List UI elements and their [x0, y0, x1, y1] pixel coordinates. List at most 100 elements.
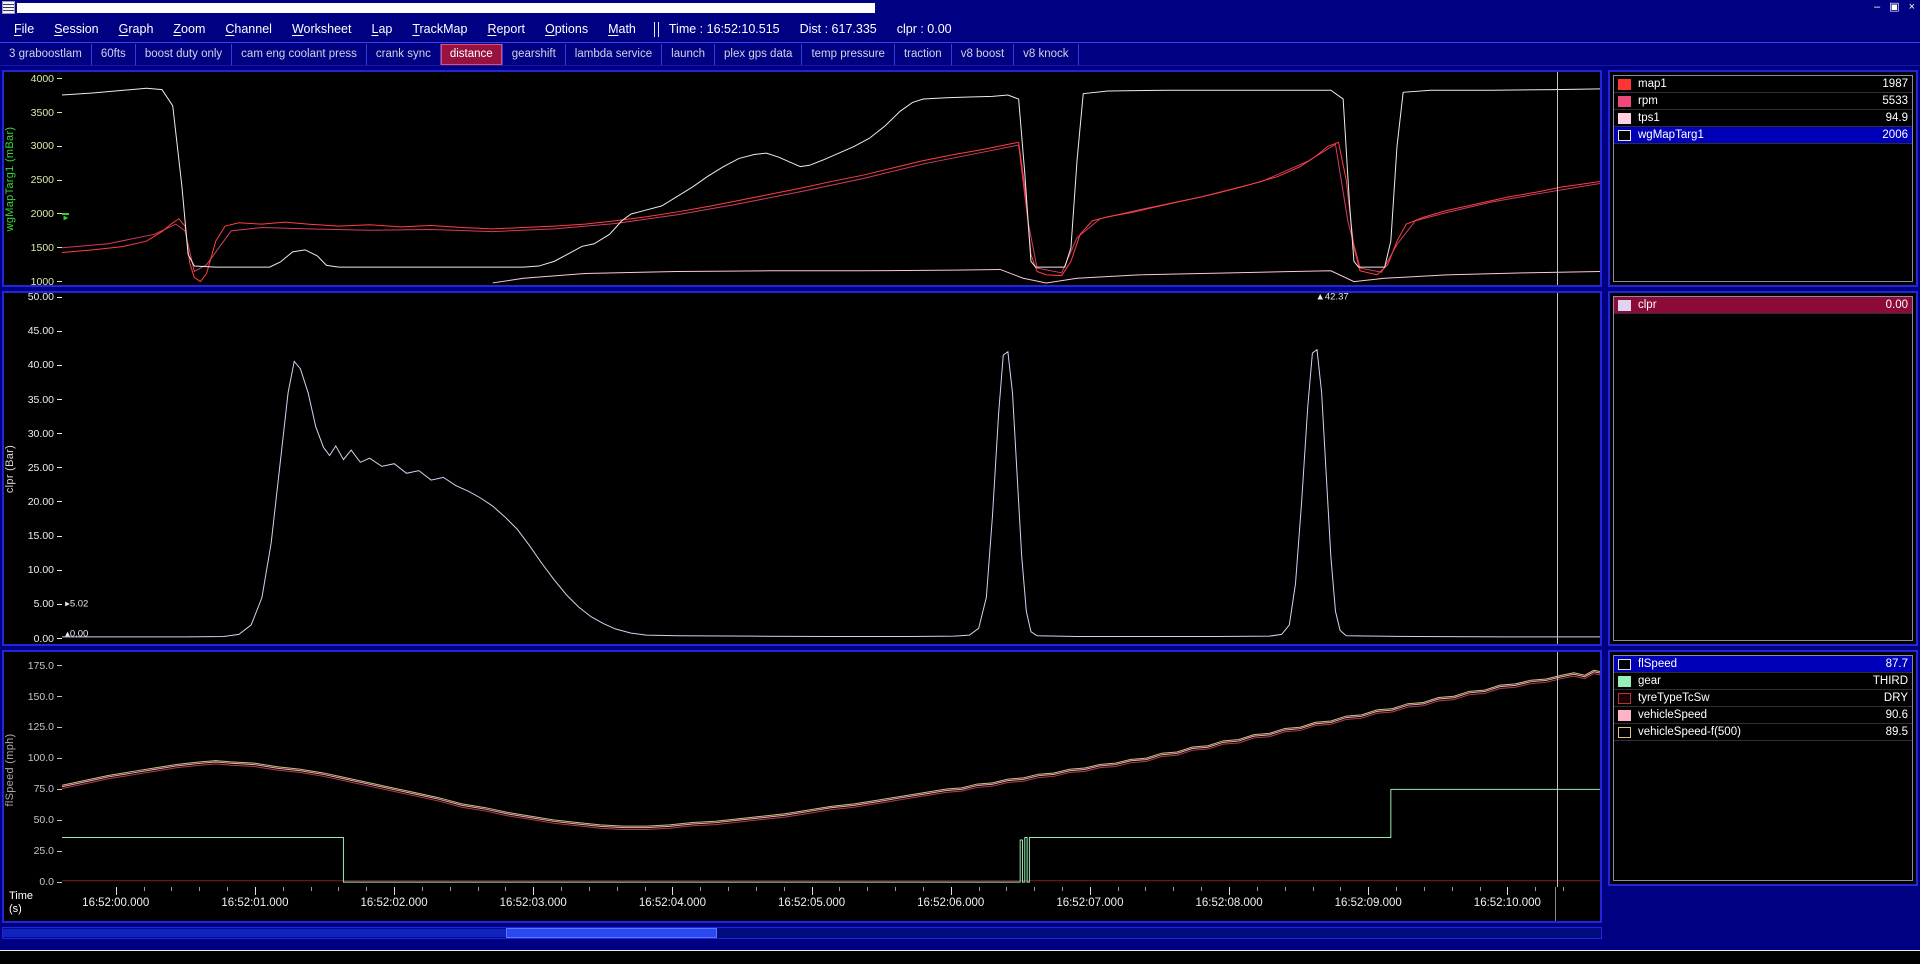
- time-minor-tick: [1006, 887, 1007, 891]
- clpr-swatch: [1618, 300, 1631, 311]
- tab-traction[interactable]: traction: [895, 44, 952, 65]
- time-minor-tick: [589, 887, 590, 891]
- y-tick-text: 175.0: [28, 660, 54, 672]
- scrollbar-range: [3, 929, 506, 937]
- tab-gearshift[interactable]: gearshift: [503, 44, 566, 65]
- time-major-tick: [394, 887, 395, 895]
- legend-table: flSpeed87.7gearTHIRDtyreTypeTcSwDRYvehic…: [1613, 655, 1913, 881]
- channel-name: rpm: [1638, 95, 1882, 107]
- legend-row-vehiclespeed[interactable]: vehicleSpeed90.6: [1614, 707, 1912, 724]
- time-minor-tick: [171, 887, 172, 891]
- channel-value: THIRD: [1873, 675, 1908, 687]
- plot-area-3[interactable]: [62, 652, 1600, 887]
- scrollbar-thumb[interactable]: [506, 928, 717, 938]
- menu-item-worksheet[interactable]: Worksheet: [282, 17, 362, 41]
- tab-temp-pressure[interactable]: temp pressure: [802, 44, 895, 65]
- y-tick-100.0: 100.0: [28, 752, 62, 764]
- menu-item-file[interactable]: File: [4, 17, 44, 41]
- menu-item-graph[interactable]: Graph: [109, 17, 164, 41]
- horizontal-scrollbar[interactable]: [2, 927, 1602, 939]
- y-tick-text: 3000: [31, 140, 54, 152]
- channel-name: tps1: [1638, 112, 1886, 124]
- time-minor-tick: [728, 887, 729, 891]
- tab-cam-eng-coolant-press[interactable]: cam eng coolant press: [232, 44, 367, 65]
- cursor-line[interactable]: [1557, 293, 1558, 644]
- legend-row-map1[interactable]: map11987: [1614, 76, 1912, 93]
- y-tick-15.00: 15.00: [28, 530, 62, 542]
- y-tick-30.00: 30.00: [28, 428, 62, 440]
- channel-value: 0.00: [1886, 299, 1908, 311]
- menu-item-zoom[interactable]: Zoom: [163, 17, 215, 41]
- time-major-tick: [951, 887, 952, 895]
- restore-button[interactable]: ▣: [1889, 0, 1899, 15]
- legend-row-tyretypetcsw[interactable]: tyreTypeTcSwDRY: [1614, 690, 1912, 707]
- y-tick-text: 4000: [31, 73, 54, 85]
- y-tick-3500: 3500: [31, 107, 62, 119]
- legend-row-flspeed[interactable]: flSpeed87.7: [1614, 656, 1912, 673]
- tab-crank-sync[interactable]: crank sync: [367, 44, 441, 65]
- minimize-button[interactable]: –: [1874, 0, 1880, 15]
- map1-swatch: [1618, 79, 1631, 90]
- tyretypetcsw-swatch: [1618, 693, 1631, 704]
- y-tick-5.00: 5.00: [34, 598, 62, 610]
- tps1-swatch: [1618, 113, 1631, 124]
- y-tick-text: 35.00: [28, 394, 54, 406]
- menu-item-channel[interactable]: Channel: [215, 17, 282, 41]
- legend-row-wgmaptarg1[interactable]: wgMapTarg12006: [1614, 127, 1912, 144]
- time-minor-tick: [422, 887, 423, 891]
- tab-plex-gps-data[interactable]: plex gps data: [715, 44, 802, 65]
- panel-body: flSpeed (mph) 175.0150.0125.0100.075.050…: [4, 652, 1600, 887]
- menu-item-options[interactable]: Options: [535, 17, 598, 41]
- menu-item-report[interactable]: Report: [477, 17, 535, 41]
- legend-row-tps1[interactable]: tps194.9: [1614, 110, 1912, 127]
- time-label: 16:52:09.000: [1335, 897, 1402, 909]
- legend-row-vehiclespeed-f-500[interactable]: vehicleSpeed-f(500)89.5: [1614, 724, 1912, 741]
- menu-item-session[interactable]: Session: [44, 17, 108, 41]
- cursor-line[interactable]: [1557, 72, 1558, 285]
- channel-name: flSpeed: [1638, 658, 1886, 670]
- plot-area-2[interactable]: ▲42.37▸5.02▴0.00: [62, 293, 1600, 644]
- time-minor-tick: [1062, 887, 1063, 891]
- y-tick-150.0: 150.0: [28, 691, 62, 703]
- value-marker: ▴0.00: [65, 629, 88, 640]
- tab-lambda-service[interactable]: lambda service: [566, 44, 662, 65]
- time-major-tick: [1229, 887, 1230, 895]
- menu-item-math[interactable]: Math: [598, 17, 646, 41]
- legend-row-gear[interactable]: gearTHIRD: [1614, 673, 1912, 690]
- window-title-strip[interactable]: [17, 3, 875, 13]
- tab-60fts[interactable]: 60fts: [92, 44, 136, 65]
- menu-item-lap[interactable]: Lap: [361, 17, 402, 41]
- y-tick-40.00: 40.00: [28, 359, 62, 371]
- menu-item-trackmap[interactable]: TrackMap: [402, 17, 477, 41]
- trace-rpm: [62, 144, 1600, 273]
- y-tick-text: 5.00: [34, 598, 54, 610]
- tab-3-graboostlam[interactable]: 3 graboostlam: [0, 44, 92, 65]
- time-major-tick: [533, 887, 534, 895]
- channel-value: 2006: [1882, 129, 1908, 141]
- time-label: 16:52:07.000: [1056, 897, 1123, 909]
- legend-row-clpr[interactable]: clpr0.00: [1614, 297, 1912, 314]
- y-tick-25.00: 25.00: [28, 462, 62, 474]
- y-tick-text: 10.00: [28, 564, 54, 576]
- cursor-line[interactable]: [1557, 652, 1558, 887]
- plot-area-1[interactable]: ▸: [62, 72, 1600, 285]
- y-tick-50.0: 50.0: [34, 814, 62, 826]
- legend-row-rpm[interactable]: rpm5533: [1614, 93, 1912, 110]
- legend-table: clpr0.00: [1613, 296, 1913, 641]
- y-tick-text: 50.00: [28, 291, 54, 303]
- tab-v8-boost[interactable]: v8 boost: [952, 44, 1014, 65]
- tab-v8-knock[interactable]: v8 knock: [1014, 44, 1078, 65]
- time-minor-tick: [450, 887, 451, 891]
- y-tick-0.00: 0.00: [34, 633, 62, 645]
- cursor-line[interactable]: [1555, 887, 1556, 921]
- time-minor-tick: [199, 887, 200, 891]
- app-icon: [2, 1, 15, 14]
- tab-boost-duty-only[interactable]: boost duty only: [136, 44, 232, 65]
- close-button[interactable]: ×: [1909, 0, 1915, 15]
- tab-distance[interactable]: distance: [441, 44, 503, 65]
- channel-name: gear: [1638, 675, 1873, 687]
- tab-launch[interactable]: launch: [662, 44, 715, 65]
- time-major-tick: [116, 887, 117, 895]
- y-tick-text: 1500: [31, 242, 54, 254]
- status-clpr: clpr : 0.00: [897, 22, 952, 36]
